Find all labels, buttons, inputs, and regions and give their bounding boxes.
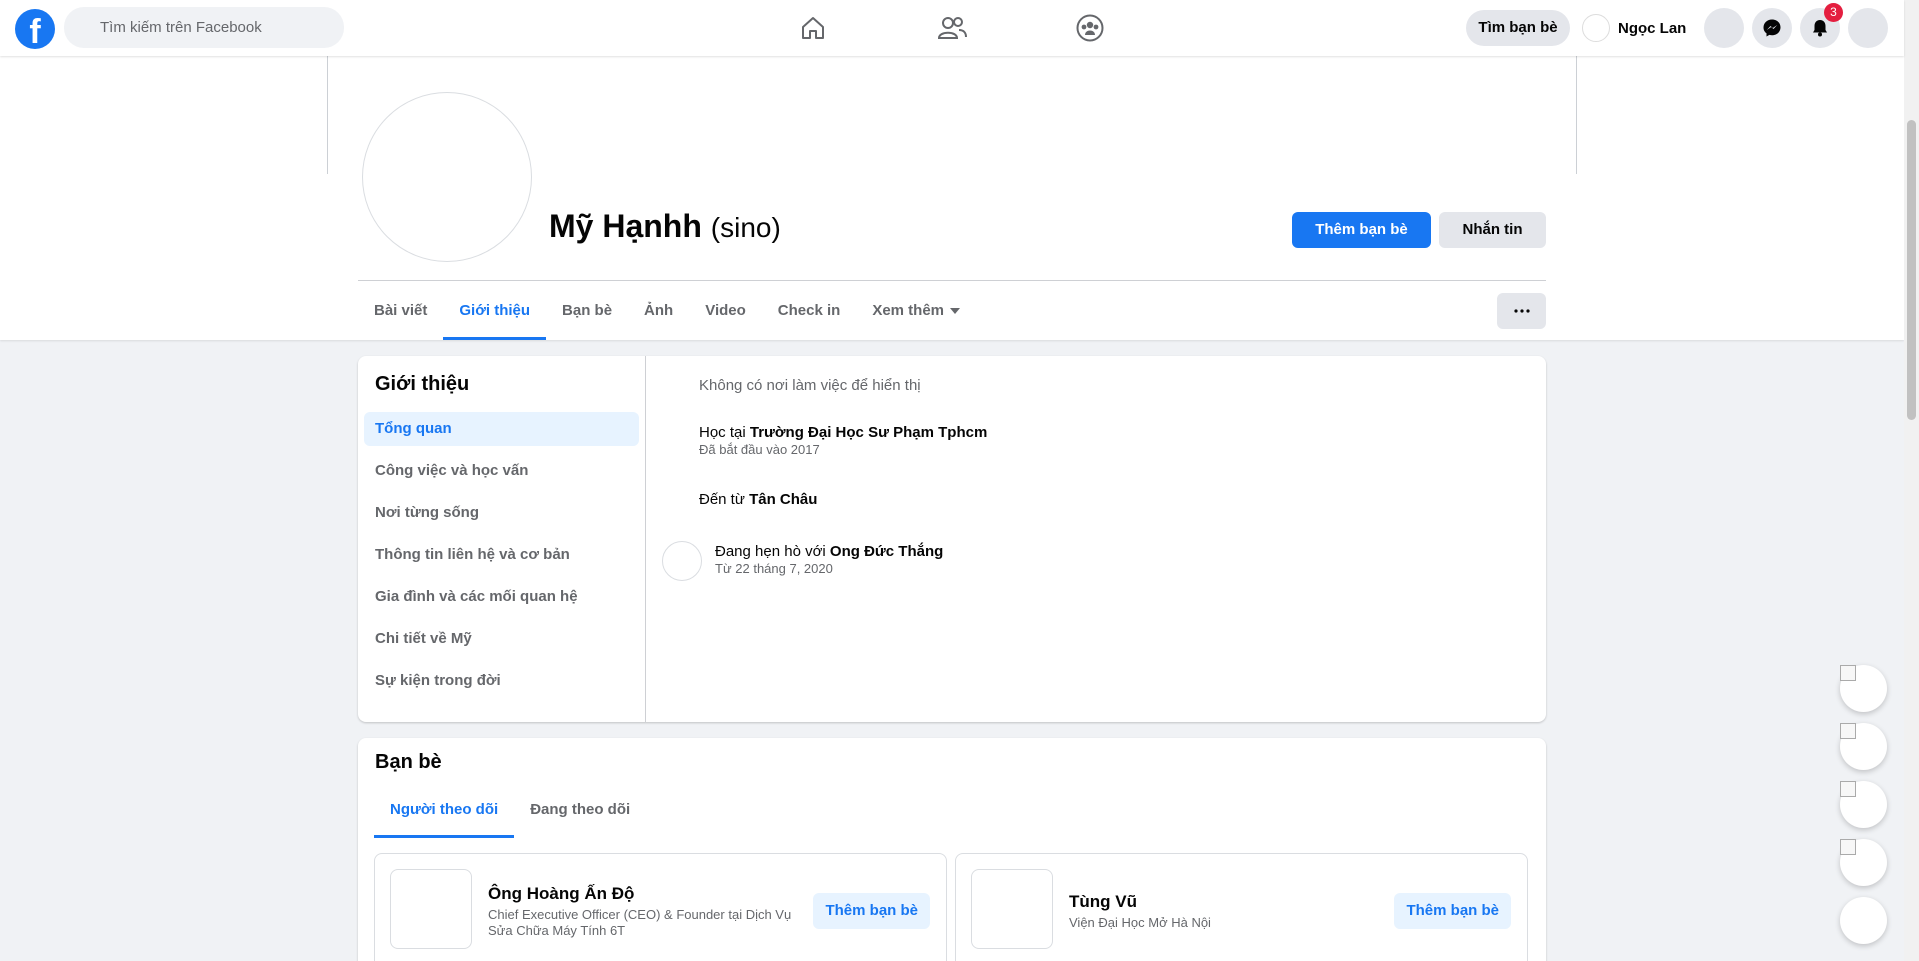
friend-card[interactable]: Tùng Vũ Viện Đại Học Mở Hà Nội Thêm bạn … xyxy=(955,853,1528,961)
add-friend-button[interactable]: Thêm bạn bè xyxy=(813,893,930,929)
chat-head[interactable] xyxy=(1840,723,1887,770)
profile-name: Mỹ Hạnhh (sino) xyxy=(549,208,781,245)
tab-friends[interactable]: Bạn bè xyxy=(546,282,628,340)
tab-about[interactable]: Giới thiệu xyxy=(443,282,546,340)
search-input[interactable]: Tìm kiếm trên Facebook xyxy=(64,7,344,48)
facebook-logo-icon[interactable]: f xyxy=(15,9,55,49)
tab-photos[interactable]: Ảnh xyxy=(628,282,689,340)
friend-subtitle: Chief Executive Officer (CEO) & Founder … xyxy=(488,907,792,938)
friend-name[interactable]: Tùng Vũ xyxy=(1069,892,1137,912)
broken-image-icon xyxy=(1840,723,1856,739)
find-friends-button[interactable]: Tìm bạn bè xyxy=(1466,10,1570,46)
tab-followers[interactable]: Người theo dõi xyxy=(374,782,515,838)
relationship-partner-link[interactable]: Ong Đức Thắng xyxy=(830,543,943,560)
hometown-link[interactable]: Tân Châu xyxy=(749,491,817,508)
groups-icon[interactable] xyxy=(1074,12,1106,44)
about-menu-places-lived[interactable]: Nơi từng sống xyxy=(364,496,639,530)
menu-button[interactable] xyxy=(1704,8,1744,48)
hometown-prefix: Đến từ xyxy=(699,491,745,508)
more-options-button[interactable] xyxy=(1497,293,1546,329)
profile-display-name: Mỹ Hạnhh xyxy=(549,208,702,244)
about-menu-details[interactable]: Chi tiết về Mỹ xyxy=(364,622,639,656)
friend-card[interactable]: Ông Hoàng Ấn Độ Chief Executive Officer … xyxy=(374,853,947,961)
add-friend-button[interactable]: Thêm bạn bè xyxy=(1292,212,1431,248)
divider xyxy=(358,280,1546,281)
friend-name[interactable]: Ông Hoàng Ấn Độ xyxy=(488,884,634,904)
avatar xyxy=(1582,14,1610,42)
relationship-prefix: Đang hẹn hò với xyxy=(715,543,826,560)
cover-border xyxy=(1576,56,1577,174)
friend-photo[interactable] xyxy=(971,869,1053,949)
tab-following[interactable]: Đang theo dõi xyxy=(514,782,646,838)
home-icon[interactable] xyxy=(797,12,829,44)
relationship-info: Đang hẹn hò với Ong Đức Thắng Từ 22 thán… xyxy=(715,543,943,576)
tab-posts[interactable]: Bài viết xyxy=(358,282,443,340)
account-button[interactable] xyxy=(1848,8,1888,48)
about-menu-contact-info[interactable]: Thông tin liên hệ và cơ bản xyxy=(364,538,639,572)
ellipsis-icon xyxy=(1513,309,1530,313)
top-navigation-bar: f Tìm kiếm trên Facebook Tìm bạn bè Ngọc… xyxy=(0,0,1904,56)
bell-icon xyxy=(1813,20,1827,37)
new-message-button[interactable] xyxy=(1840,897,1887,944)
scrollbar[interactable] xyxy=(1904,0,1919,961)
tab-see-more-label: Xem thêm xyxy=(872,302,945,319)
education-school-link[interactable]: Trường Đại Học Sư Phạm Tphcm xyxy=(750,424,987,441)
messenger-icon xyxy=(1763,19,1781,37)
chat-head[interactable] xyxy=(1840,781,1887,828)
education-info: Học tại Trường Đại Học Sư Phạm Tphcm Đã … xyxy=(699,424,987,457)
friend-photo[interactable] xyxy=(390,869,472,949)
message-button[interactable]: Nhắn tin xyxy=(1439,212,1546,248)
about-menu: Tổng quan Công việc và học vấn Nơi từng … xyxy=(364,412,639,706)
about-card: Giới thiệu Tổng quan Công việc và học vấ… xyxy=(358,356,1546,722)
scrollbar-thumb[interactable] xyxy=(1907,120,1916,420)
friends-title: Bạn bè xyxy=(375,751,442,773)
tab-see-more[interactable]: Xem thêm xyxy=(856,282,976,340)
profile-tabs: Bài viết Giới thiệu Bạn bè Ảnh Video Che… xyxy=(358,282,976,340)
cover-border xyxy=(327,56,328,174)
profile-alternate-name: (sino) xyxy=(710,212,781,243)
hometown-info: Đến từ Tân Châu xyxy=(699,491,817,508)
tab-video[interactable]: Video xyxy=(689,282,762,340)
caret-down-icon xyxy=(950,308,961,314)
broken-image-icon xyxy=(1840,839,1856,855)
about-menu-work-education[interactable]: Công việc và học vấn xyxy=(364,454,639,488)
about-title: Giới thiệu xyxy=(375,373,470,395)
notifications-button[interactable]: 3 xyxy=(1800,3,1843,48)
friends-icon[interactable] xyxy=(936,12,968,44)
partner-avatar[interactable] xyxy=(662,541,702,581)
about-content: Không có nơi làm việc để hiển thị Học tạ… xyxy=(647,356,1546,722)
about-sidebar: Giới thiệu Tổng quan Công việc và học vấ… xyxy=(358,356,646,722)
profile-shortcut[interactable]: Ngọc Lan xyxy=(1582,14,1686,42)
about-menu-overview[interactable]: Tổng quan xyxy=(364,412,639,446)
about-menu-life-events[interactable]: Sự kiện trong đời xyxy=(364,664,639,698)
relationship-since: Từ 22 tháng 7, 2020 xyxy=(715,561,833,576)
broken-image-icon xyxy=(1840,665,1856,681)
add-friend-button[interactable]: Thêm bạn bè xyxy=(1394,893,1511,929)
education-prefix: Học tại xyxy=(699,424,746,441)
friends-tabs: Người theo dõi Đang theo dõi xyxy=(374,782,646,838)
messenger-button[interactable] xyxy=(1752,8,1792,48)
broken-image-icon xyxy=(1840,781,1856,797)
friends-card: Bạn bè Người theo dõi Đang theo dõi Ông … xyxy=(358,738,1546,961)
friend-subtitle: Viện Đại Học Mở Hà Nội xyxy=(1069,915,1211,930)
work-info: Không có nơi làm việc để hiển thị xyxy=(699,377,921,394)
chat-head[interactable] xyxy=(1840,839,1887,886)
tab-check-in[interactable]: Check in xyxy=(762,282,857,340)
chat-head[interactable] xyxy=(1840,665,1887,712)
user-name: Ngọc Lan xyxy=(1618,19,1687,37)
profile-picture[interactable] xyxy=(362,92,532,262)
profile-header: Mỹ Hạnhh (sino) Thêm bạn bè Nhắn tin Bài… xyxy=(0,56,1904,340)
education-start: Đã bắt đầu vào 2017 xyxy=(699,442,820,457)
notification-badge: 3 xyxy=(1824,3,1843,22)
about-menu-family-relationships[interactable]: Gia đình và các mối quan hệ xyxy=(364,580,639,614)
